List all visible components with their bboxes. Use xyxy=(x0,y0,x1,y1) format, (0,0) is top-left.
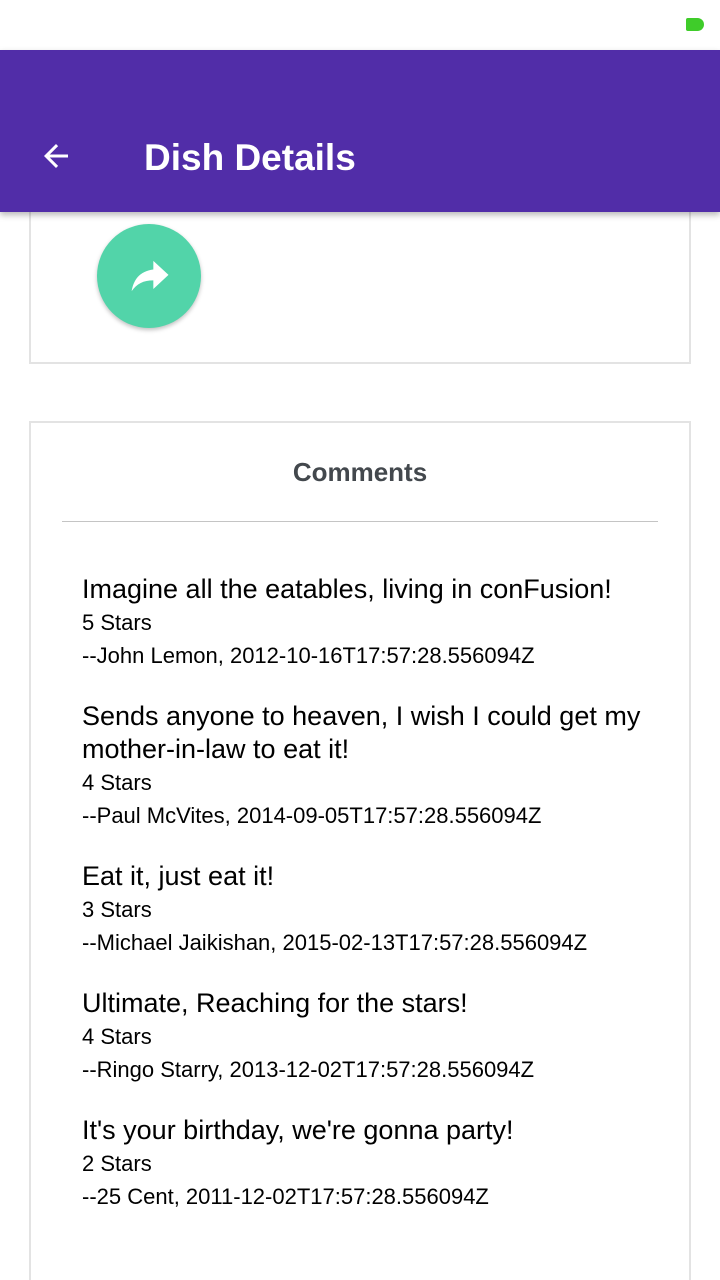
comment-text: Eat it, just eat it! xyxy=(82,861,275,891)
comment-list: Imagine all the eatables, living in conF… xyxy=(82,573,642,1241)
share-icon xyxy=(131,260,169,292)
arrow-left-icon xyxy=(44,144,68,168)
page-title: Dish Details xyxy=(144,137,356,178)
comments-card: Comments Imagine all the eatables, livin… xyxy=(29,421,691,1280)
dish-actions-card xyxy=(29,212,691,364)
comment-text: Imagine all the eatables, living in conF… xyxy=(82,574,612,604)
comment-rating: 3 Stars xyxy=(82,897,152,922)
comment-rating: 4 Stars xyxy=(82,770,152,795)
status-bar xyxy=(0,0,720,50)
divider xyxy=(62,521,658,522)
back-button[interactable] xyxy=(30,130,82,182)
comment-item: Imagine all the eatables, living in conF… xyxy=(82,573,642,672)
comment-text: It's your birthday, we're gonna party! xyxy=(82,1115,514,1145)
comment-author: --John Lemon, 2012-10-16T17:57:28.556094… xyxy=(82,643,535,668)
comment-author: --Ringo Starry, 2013-12-02T17:57:28.5560… xyxy=(82,1057,535,1082)
comment-item: Ultimate, Reaching for the stars! 4 Star… xyxy=(82,987,642,1086)
scroll-content[interactable]: Comments Imagine all the eatables, livin… xyxy=(0,212,720,1280)
comment-rating: 5 Stars xyxy=(82,610,152,635)
comment-rating: 2 Stars xyxy=(82,1151,152,1176)
comment-rating: 4 Stars xyxy=(82,1024,152,1049)
comment-item: Eat it, just eat it! 3 Stars --Michael J… xyxy=(82,860,642,959)
comments-title: Comments xyxy=(292,457,428,487)
app-bar: Dish Details xyxy=(0,50,720,212)
comment-author: --Michael Jaikishan, 2015-02-13T17:57:28… xyxy=(82,930,588,955)
comment-author: --25 Cent, 2011-12-02T17:57:28.556094Z xyxy=(82,1184,489,1209)
battery-icon xyxy=(686,18,704,31)
comment-text: Ultimate, Reaching for the stars! xyxy=(82,988,468,1018)
comment-author: --Paul McVites, 2014-09-05T17:57:28.5560… xyxy=(82,803,542,828)
comment-item: Sends anyone to heaven, I wish I could g… xyxy=(82,700,642,832)
comment-item: It's your birthday, we're gonna party! 2… xyxy=(82,1114,642,1213)
comment-text: Sends anyone to heaven, I wish I could g… xyxy=(82,701,641,764)
share-button[interactable] xyxy=(97,224,201,328)
